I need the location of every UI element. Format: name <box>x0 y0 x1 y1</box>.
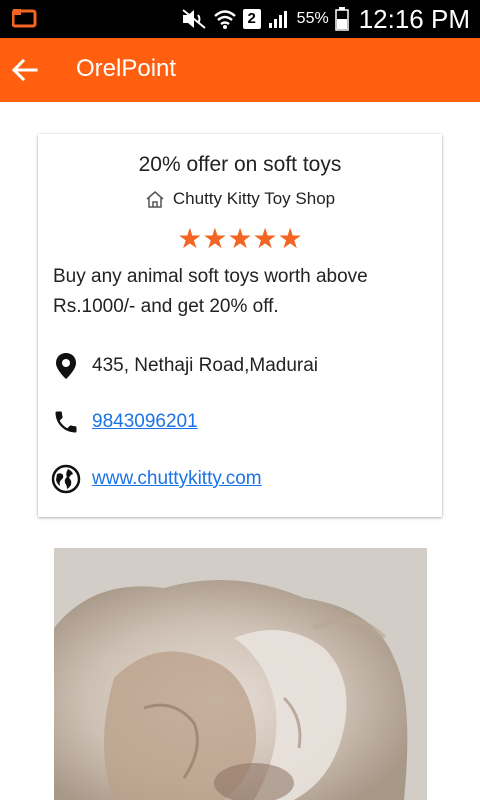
status-icons: 2 55% 12:16 PM <box>181 0 470 38</box>
address-row: 435, Nethaji Road,Madurai <box>50 350 318 382</box>
offer-description: Buy any animal soft toys worth above Rs.… <box>53 266 368 317</box>
battery-percent: 55% <box>296 10 329 27</box>
back-arrow-icon[interactable] <box>10 56 38 84</box>
phone-link[interactable]: 9843096201 <box>92 411 198 432</box>
wifi-icon <box>213 10 236 29</box>
phone-row[interactable]: 9843096201 <box>50 406 198 438</box>
mute-icon <box>182 9 206 29</box>
battery-icon <box>334 7 349 31</box>
notification-app-icon <box>12 9 37 28</box>
clock: 12:16 PM <box>358 3 470 34</box>
website-link[interactable]: www.chuttykitty.com <box>92 468 262 489</box>
shop-name: Chutty Kitty Toy Shop <box>172 189 336 208</box>
signal-icon <box>268 11 287 28</box>
status-bar: 2 55% 12:16 PM <box>0 0 480 38</box>
soft-toy-image <box>54 548 427 800</box>
app-title: OrelPoint <box>76 55 177 82</box>
offer-card: 20% offer on soft toys Chutty Kitty Toy … <box>38 134 442 517</box>
product-photo <box>54 548 427 800</box>
sim-slot-badge: 2 <box>242 9 261 29</box>
globe-icon <box>51 464 81 494</box>
rating-stars: ★★★★★ <box>177 222 303 255</box>
phone-icon <box>55 411 77 433</box>
address-text: 435, Nethaji Road,Madurai <box>92 355 319 376</box>
location-pin-icon <box>56 353 76 379</box>
app-bar: OrelPoint <box>0 38 480 102</box>
home-icon <box>146 191 164 208</box>
website-row[interactable]: www.chuttykitty.com <box>50 463 262 495</box>
shop-row: Chutty Kitty Toy Shop <box>38 189 442 209</box>
offer-title: 20% offer on soft toys <box>138 153 342 176</box>
